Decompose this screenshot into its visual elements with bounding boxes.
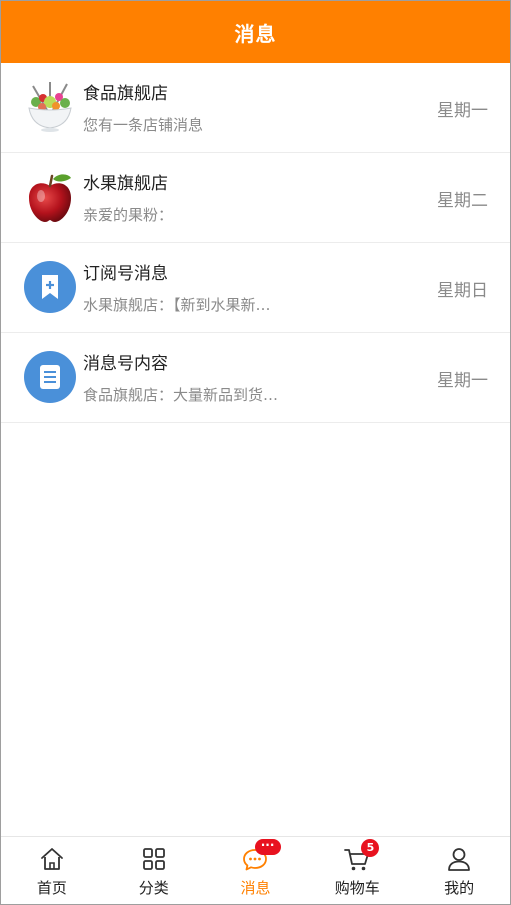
- message-item-message-account[interactable]: 消息号内容 食品旗舰店：大量新品到货… 星期一: [1, 333, 510, 423]
- message-badge: ···: [254, 839, 281, 855]
- message-text: 食品旗舰店 您有一条店铺消息: [83, 83, 333, 135]
- cart-count-badge: 5: [361, 839, 380, 857]
- message-preview: 水果旗舰店：【新到水果新…: [83, 296, 271, 314]
- document-icon: [23, 350, 77, 404]
- message-item-subscription[interactable]: 订阅号消息 水果旗舰店：【新到水果新… 星期日: [1, 243, 510, 333]
- message-preview: 食品旗舰店：大量新品到货…: [83, 386, 279, 404]
- tab-profile[interactable]: 我的: [408, 837, 510, 904]
- message-item-food-store[interactable]: 食品旗舰店 您有一条店铺消息 星期一: [1, 63, 510, 153]
- message-text: 水果旗舰店 亲爱的果粉：: [83, 173, 333, 225]
- tab-category[interactable]: 分类: [103, 837, 205, 904]
- tab-label: 消息: [240, 879, 271, 897]
- red-apple-image: [23, 170, 77, 224]
- message-time: 星期一: [437, 371, 488, 391]
- tab-label: 购物车: [334, 879, 380, 897]
- message-time: 星期一: [437, 101, 488, 121]
- bottom-tab-bar: 首页 分类 ··· 消息 5 购物车 我的: [1, 836, 510, 904]
- tab-messages[interactable]: ··· 消息: [205, 837, 307, 904]
- message-list: 食品旗舰店 您有一条店铺消息 星期一 水果旗舰店 亲爱的果粉： 星期二 订阅号消…: [1, 63, 510, 423]
- message-preview: 亲爱的果粉：: [83, 206, 174, 224]
- app-screen: 消息 食品旗舰店 您有一条店铺消息 星期一 水果旗舰店 亲爱的果粉： 星期二 订…: [0, 0, 511, 905]
- message-text: 订阅号消息 水果旗舰店：【新到水果新…: [83, 263, 333, 315]
- message-title: 订阅号消息: [83, 264, 168, 284]
- salad-bowl-image: [23, 80, 77, 134]
- top-bar: 消息: [1, 1, 510, 63]
- page-title: 消息: [234, 21, 277, 46]
- message-title: 食品旗舰店: [83, 84, 168, 104]
- message-title: 消息号内容: [83, 354, 168, 374]
- tab-label: 我的: [444, 879, 475, 897]
- message-item-fruit-store[interactable]: 水果旗舰店 亲爱的果粉： 星期二: [1, 153, 510, 243]
- bookmark-plus-icon: [23, 260, 77, 314]
- user-icon: [445, 845, 473, 873]
- tab-home[interactable]: 首页: [1, 837, 103, 904]
- message-preview: 您有一条店铺消息: [83, 116, 204, 134]
- tab-cart[interactable]: 5 购物车: [306, 837, 408, 904]
- home-icon: [38, 845, 66, 873]
- message-text: 消息号内容 食品旗舰店：大量新品到货…: [83, 353, 333, 405]
- tab-label: 首页: [36, 879, 67, 897]
- tab-label: 分类: [138, 879, 169, 897]
- message-time: 星期日: [437, 281, 488, 301]
- message-time: 星期二: [437, 191, 488, 211]
- grid-icon: [140, 845, 168, 873]
- message-title: 水果旗舰店: [83, 174, 168, 194]
